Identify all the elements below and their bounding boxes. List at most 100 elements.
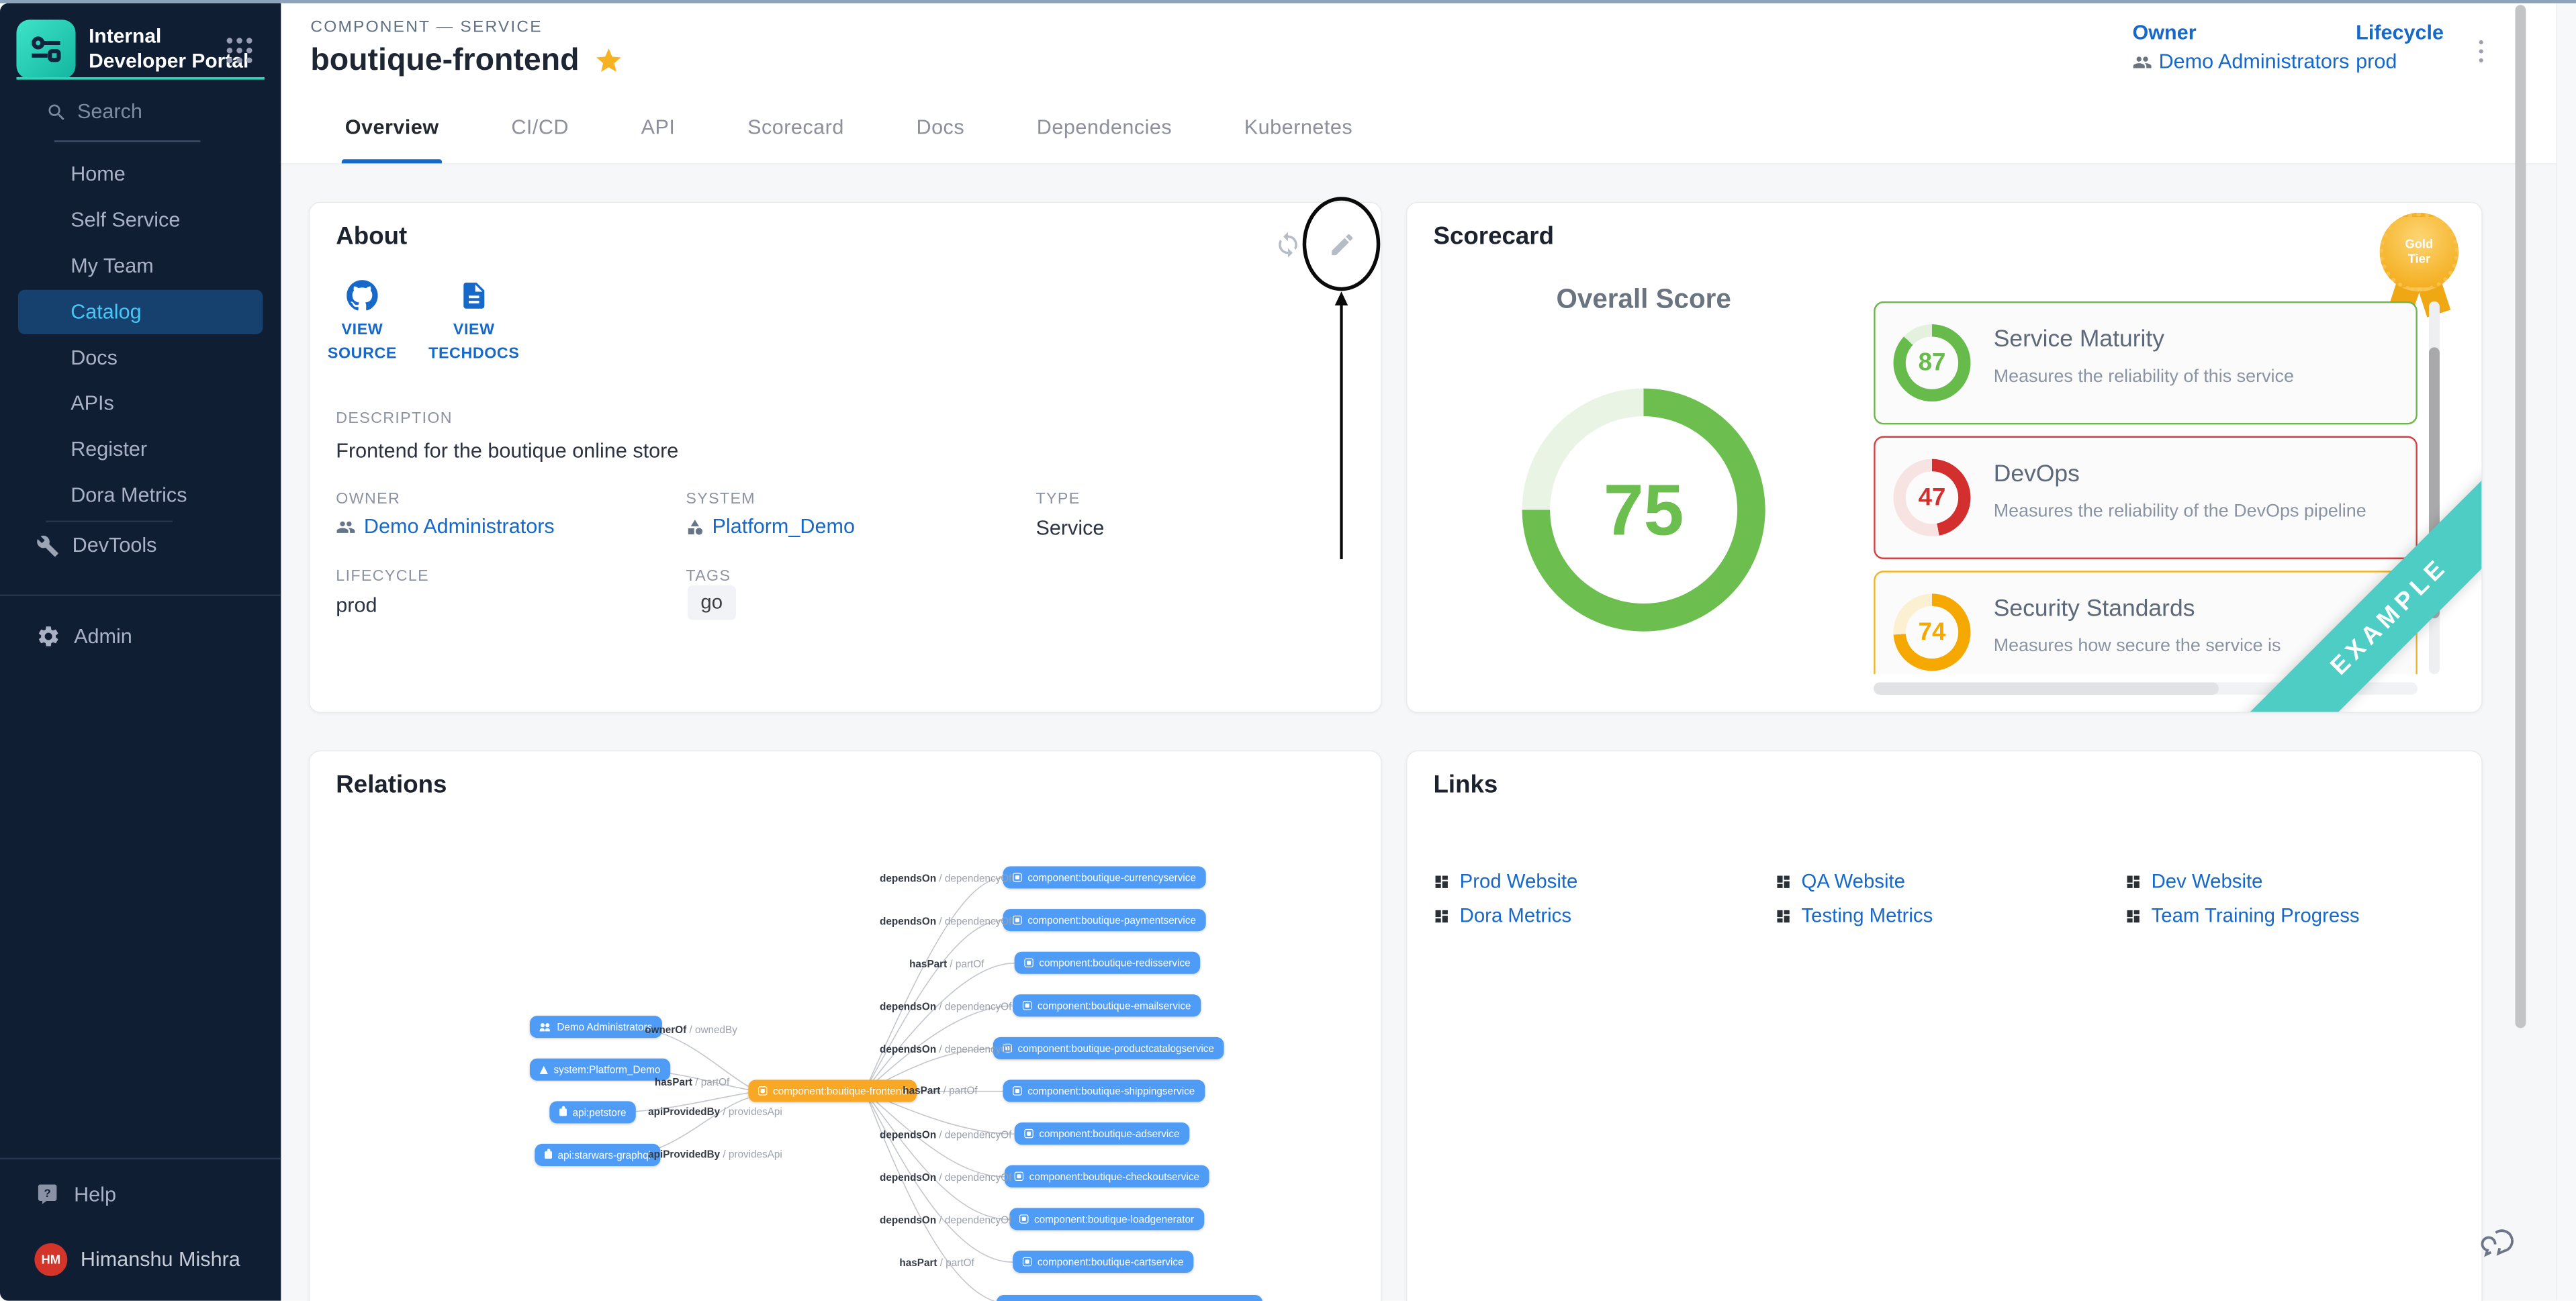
sidebar-item-help[interactable]: ? Help [36, 1182, 116, 1207]
link-dora-metrics[interactable]: Dora Metrics [1434, 905, 1572, 928]
api-icon [545, 1151, 552, 1159]
star-icon[interactable] [594, 46, 624, 75]
owner-value[interactable]: Demo Administrators [2132, 52, 2349, 73]
dashboard-icon [2125, 873, 2141, 889]
sidebar-item-apis[interactable]: APIs [71, 391, 114, 416]
relations-card: Relations Demo Administrators system: [309, 751, 1382, 1301]
annotation-arrowhead [1335, 291, 1348, 305]
tab-api[interactable]: API [605, 92, 711, 163]
edge-label: dependsOn / dependencyOf [880, 1214, 1011, 1226]
edge-label: dependsOn / dependencyOf [880, 916, 1011, 927]
app-window: Internal Developer Portal Search Home Se… [0, 0, 2576, 1301]
github-icon [347, 280, 377, 311]
links-title: Links [1434, 771, 1498, 800]
about-card: About VIEW SOURCE VIEW TECHDOCS DESCRIPT… [309, 202, 1382, 713]
description-label: DESCRIPTION [336, 409, 453, 428]
view-source-button[interactable]: VIEW SOURCE [321, 280, 403, 366]
relation-node-component[interactable]: component:boutique-cartservice [1013, 1251, 1193, 1273]
sidebar-item-devtools[interactable]: DevTools [36, 534, 157, 557]
tag-chip[interactable]: go [688, 585, 736, 620]
link-dev-website[interactable]: Dev Website [2125, 871, 2262, 894]
owner-field-label: OWNER [336, 490, 400, 508]
edge-label: ownerOf / ownedBy [645, 1024, 737, 1035]
relation-node-component[interactable]: component:boutique-productcatalogservice [993, 1037, 1224, 1059]
edge-label: hasPart / partOf [899, 1257, 974, 1269]
chat-icon[interactable] [2479, 1222, 2520, 1263]
sidebar-item-catalog[interactable]: Catalog [71, 299, 141, 324]
sidebar-item-my-team[interactable]: My Team [71, 254, 153, 279]
relation-node-center[interactable]: component:boutique-frontend [748, 1080, 917, 1102]
score-item-desc: Measures how secure the service is [1994, 635, 2281, 657]
overall-score-donut: 75 [1522, 389, 1765, 632]
tab-docs[interactable]: Docs [880, 92, 1001, 163]
logo-icon[interactable] [16, 19, 75, 79]
edge-label: dependsOn / dependencyOf [880, 1172, 1011, 1184]
apps-grid-icon[interactable] [227, 38, 252, 63]
score-item-title: Security Standards [1994, 595, 2195, 622]
overall-score-label: Overall Score [1506, 283, 1782, 314]
component-icon [1013, 916, 1021, 924]
user-menu[interactable]: HM Himanshu Mishra [34, 1243, 240, 1276]
scorecard-item-service-maturity[interactable]: 87 Service Maturity Measures the reliabi… [1874, 301, 2418, 424]
relation-node-component[interactable]: component:boutique-currencyservice [1003, 866, 1206, 888]
sidebar-item-dora-metrics[interactable]: Dora Metrics [71, 483, 187, 508]
sidebar-item-docs[interactable]: Docs [71, 346, 118, 371]
tab-dependencies[interactable]: Dependencies [1001, 92, 1208, 163]
scorecard-card: Scorecard Gold Tier Overall Score 75 87 … [1406, 202, 2482, 713]
system-field-value[interactable]: Platform_Demo [686, 515, 855, 538]
edit-icon[interactable] [1328, 231, 1356, 259]
link-prod-website[interactable]: Prod Website [1434, 871, 1578, 894]
dashboard-icon [1434, 908, 1450, 924]
svg-text:?: ? [44, 1187, 51, 1200]
sidebar-item-register[interactable]: Register [71, 437, 147, 462]
type-field-value: Service [1036, 516, 1104, 540]
link-qa-website[interactable]: QA Website [1775, 871, 1905, 894]
score-ring: 47 [1893, 459, 1970, 536]
edge-label: dependsOn / dependencyOf [880, 1001, 1011, 1012]
relation-edge [868, 963, 1015, 1086]
relation-node-component[interactable]: component:boutique-paymentservice [1003, 909, 1206, 931]
lifecycle-field-label: LIFECYCLE [336, 567, 429, 585]
tab-overview[interactable]: Overview [309, 92, 475, 163]
edge-label: dependsOn / dependencyOf [880, 873, 1011, 884]
scorecard-item-devops[interactable]: 47 DevOps Measures the reliability of th… [1874, 436, 2418, 559]
relation-node-api[interactable]: api:petstore [549, 1101, 636, 1123]
sidebar-item-home[interactable]: Home [71, 162, 126, 187]
relation-node-component[interactable]: component:boutique-loadgenerator [1009, 1208, 1203, 1230]
techdocs-icon [459, 280, 490, 311]
dashboard-icon [1775, 873, 1791, 889]
relation-node-api[interactable]: api:starwars-graphql [535, 1144, 660, 1166]
edge-label: dependsOn / dependencyOf [880, 1129, 1011, 1141]
link-team-training-progress[interactable]: Team Training Progress [2125, 905, 2359, 928]
relation-node-component[interactable]: component:boutique-redisservice [1015, 952, 1201, 974]
window-scrollbar-track[interactable] [2557, 3, 2576, 1301]
refresh-icon[interactable] [1274, 231, 1302, 259]
tab-kubernetes[interactable]: Kubernetes [1208, 92, 1389, 163]
type-field-label: TYPE [1036, 490, 1080, 508]
sidebar-item-admin[interactable]: Admin [36, 624, 132, 649]
relation-node-system[interactable]: system:Platform_Demo [530, 1059, 670, 1081]
search-underline [54, 140, 201, 142]
relation-node-component-clipped[interactable] [997, 1295, 1262, 1301]
relations-edges [310, 751, 1381, 1301]
score-item-desc: Measures the reliability of the DevOps p… [1994, 500, 2366, 522]
search-input[interactable]: Search [46, 100, 142, 124]
view-techdocs-button[interactable]: VIEW TECHDOCS [424, 280, 523, 366]
owner-field-value[interactable]: Demo Administrators [336, 515, 554, 538]
page-scrollbar-thumb[interactable] [2515, 5, 2526, 1028]
kebab-menu-icon[interactable] [2465, 33, 2497, 69]
sidebar-item-self-service[interactable]: Self Service [71, 207, 180, 232]
link-testing-metrics[interactable]: Testing Metrics [1775, 905, 1933, 928]
description-value: Frontend for the boutique online store [336, 439, 678, 463]
relation-node-component[interactable]: component:boutique-emailservice [1013, 994, 1201, 1016]
edge-label: hasPart / partOf [903, 1085, 977, 1096]
relation-node-component[interactable]: component:boutique-checkoutservice [1005, 1165, 1209, 1188]
tab-scorecard[interactable]: Scorecard [711, 92, 880, 163]
relation-node-component[interactable]: component:boutique-shippingservice [1003, 1080, 1205, 1102]
sidebar-divider [46, 521, 172, 522]
relation-node-group[interactable]: Demo Administrators [530, 1016, 662, 1038]
help-icon: ? [36, 1182, 61, 1207]
relation-node-component[interactable]: component:boutique-adservice [1015, 1122, 1189, 1145]
logo-glyph [27, 30, 64, 68]
tab-cicd[interactable]: CI/CD [475, 92, 604, 163]
